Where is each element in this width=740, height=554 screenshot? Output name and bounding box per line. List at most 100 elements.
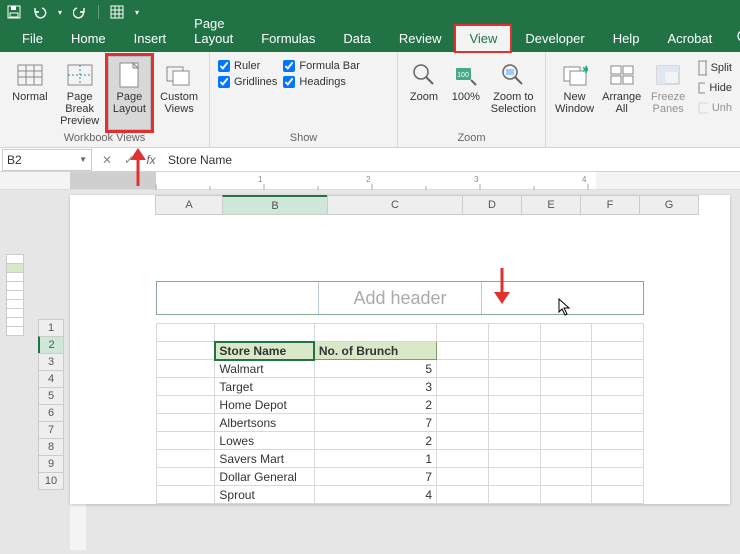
arrange-all-button[interactable]: Arrange All bbox=[601, 56, 642, 130]
headings-label: Headings bbox=[299, 76, 345, 88]
name-box-value: B2 bbox=[7, 153, 22, 167]
cell-C8[interactable]: 1 bbox=[314, 450, 436, 468]
cell-B2[interactable]: Store Name bbox=[215, 342, 314, 360]
cell-B3[interactable]: Walmart bbox=[215, 360, 314, 378]
arrange-all-icon bbox=[606, 61, 638, 89]
formula-input[interactable]: Store Name bbox=[162, 153, 740, 167]
freeze-panes-label: Freeze Panes bbox=[649, 91, 687, 115]
cell-B9[interactable]: Dollar General bbox=[215, 468, 314, 486]
cell-C10[interactable]: 4 bbox=[314, 486, 436, 504]
col-header-F[interactable]: F bbox=[580, 195, 640, 215]
group-label-zoom: Zoom bbox=[406, 131, 537, 147]
name-box[interactable]: B2 ▼ bbox=[2, 149, 92, 171]
tab-file[interactable]: File bbox=[8, 25, 57, 52]
worksheet-grid[interactable]: Store NameNo. of Brunch Walmart5 Target3… bbox=[156, 323, 644, 504]
row-header-10[interactable]: 10 bbox=[38, 472, 64, 490]
custom-views-label: Custom Views bbox=[158, 91, 200, 115]
row-header-4[interactable]: 4 bbox=[38, 370, 64, 388]
cell-B7[interactable]: Lowes bbox=[215, 432, 314, 450]
tab-review[interactable]: Review bbox=[385, 25, 456, 52]
cell-B6[interactable]: Albertsons bbox=[215, 414, 314, 432]
zoom-label: Zoom bbox=[410, 91, 438, 103]
undo-icon[interactable] bbox=[32, 4, 48, 20]
svg-text:100: 100 bbox=[457, 72, 469, 79]
row-header-1[interactable]: 1 bbox=[38, 319, 64, 337]
page-layout-label: Page Layout bbox=[109, 91, 151, 115]
col-header-E[interactable]: E bbox=[521, 195, 581, 215]
cancel-formula-icon[interactable]: ✕ bbox=[96, 153, 118, 167]
cell-B4[interactable]: Target bbox=[215, 378, 314, 396]
formula-bar-checkbox[interactable]: Formula Bar bbox=[283, 60, 360, 72]
zoom-100-button[interactable]: 100 100% bbox=[448, 56, 484, 130]
split-button[interactable]: Split bbox=[698, 58, 732, 78]
freeze-panes-button[interactable]: Freeze Panes bbox=[648, 56, 688, 130]
cell-B8[interactable]: Savers Mart bbox=[215, 450, 314, 468]
custom-views-button[interactable]: Custom Views bbox=[157, 56, 201, 130]
col-header-C[interactable]: C bbox=[327, 195, 463, 215]
headings-checkbox[interactable]: Headings bbox=[283, 76, 360, 88]
tab-formulas[interactable]: Formulas bbox=[247, 25, 329, 52]
page-break-preview-button[interactable]: Page Break Preview bbox=[58, 56, 102, 130]
row-header-6[interactable]: 6 bbox=[38, 404, 64, 422]
zoom-icon bbox=[408, 61, 440, 89]
col-header-G[interactable]: G bbox=[639, 195, 699, 215]
redo-icon[interactable] bbox=[72, 4, 88, 20]
cell-C9[interactable]: 7 bbox=[314, 468, 436, 486]
qat-customize-icon[interactable]: ▾ bbox=[135, 8, 139, 17]
row-header-5[interactable]: 5 bbox=[38, 387, 64, 405]
group-label-show: Show bbox=[218, 131, 389, 147]
cell-C3[interactable]: 5 bbox=[314, 360, 436, 378]
enter-formula-icon[interactable]: ✓ bbox=[118, 153, 140, 167]
tab-page-layout[interactable]: Page Layout bbox=[180, 10, 247, 52]
column-headers: A B C D E F G bbox=[156, 195, 730, 215]
ruler-checkbox[interactable]: Ruler bbox=[218, 60, 277, 72]
tab-view[interactable]: View bbox=[455, 25, 511, 52]
gridlines-checkbox[interactable]: Gridlines bbox=[218, 76, 277, 88]
cell-B5[interactable]: Home Depot bbox=[215, 396, 314, 414]
tab-insert[interactable]: Insert bbox=[120, 25, 181, 52]
cell-C4[interactable]: 3 bbox=[314, 378, 436, 396]
new-window-button[interactable]: ✱ New Window bbox=[554, 56, 595, 130]
tab-acrobat[interactable]: Acrobat bbox=[653, 25, 726, 52]
cell-C2[interactable]: No. of Brunch bbox=[314, 342, 436, 360]
split-label: Split bbox=[711, 62, 732, 74]
hide-button[interactable]: Hide bbox=[698, 78, 732, 98]
cell-B10[interactable]: Sprout bbox=[215, 486, 314, 504]
svg-text:✱: ✱ bbox=[582, 65, 588, 76]
header-left-segment[interactable] bbox=[157, 282, 319, 314]
tab-home[interactable]: Home bbox=[57, 25, 120, 52]
svg-text:3: 3 bbox=[474, 175, 479, 184]
cell-C5[interactable]: 2 bbox=[314, 396, 436, 414]
row-header-3[interactable]: 3 bbox=[38, 353, 64, 371]
tell-me-icon[interactable] bbox=[726, 23, 740, 52]
row-header-2[interactable]: 2 bbox=[38, 336, 64, 354]
ruler-label: Ruler bbox=[234, 60, 260, 72]
tab-developer[interactable]: Developer bbox=[511, 25, 598, 52]
zoom-100-label: 100% bbox=[452, 91, 480, 103]
zoom-selection-icon bbox=[497, 61, 529, 89]
row-header-9[interactable]: 9 bbox=[38, 455, 64, 473]
undo-dropdown-icon[interactable]: ▾ bbox=[58, 8, 62, 17]
col-header-A[interactable]: A bbox=[155, 195, 223, 215]
group-label-window bbox=[554, 131, 688, 147]
col-header-B[interactable]: B bbox=[222, 195, 328, 215]
ribbon: Normal Page Break Preview Page Layout Cu… bbox=[0, 52, 740, 148]
tab-data[interactable]: Data bbox=[329, 25, 384, 52]
col-header-D[interactable]: D bbox=[462, 195, 522, 215]
tab-help[interactable]: Help bbox=[599, 25, 654, 52]
page-layout-button[interactable]: Page Layout bbox=[108, 56, 152, 130]
name-box-dropdown-icon[interactable]: ▼ bbox=[79, 155, 87, 164]
row-header-8[interactable]: 8 bbox=[38, 438, 64, 456]
svg-text:2: 2 bbox=[366, 175, 371, 184]
zoom-selection-button[interactable]: Zoom to Selection bbox=[490, 56, 537, 130]
table-icon[interactable] bbox=[109, 4, 125, 20]
header-center-segment[interactable]: Add header bbox=[319, 282, 481, 314]
cell-C7[interactable]: 2 bbox=[314, 432, 436, 450]
normal-view-button[interactable]: Normal bbox=[8, 56, 52, 130]
fx-icon[interactable]: fx bbox=[140, 153, 162, 167]
save-icon[interactable] bbox=[6, 4, 22, 20]
row-header-7[interactable]: 7 bbox=[38, 421, 64, 439]
cell-C6[interactable]: 7 bbox=[314, 414, 436, 432]
unhide-button[interactable]: Unh bbox=[698, 98, 732, 118]
zoom-button[interactable]: Zoom bbox=[406, 56, 442, 130]
